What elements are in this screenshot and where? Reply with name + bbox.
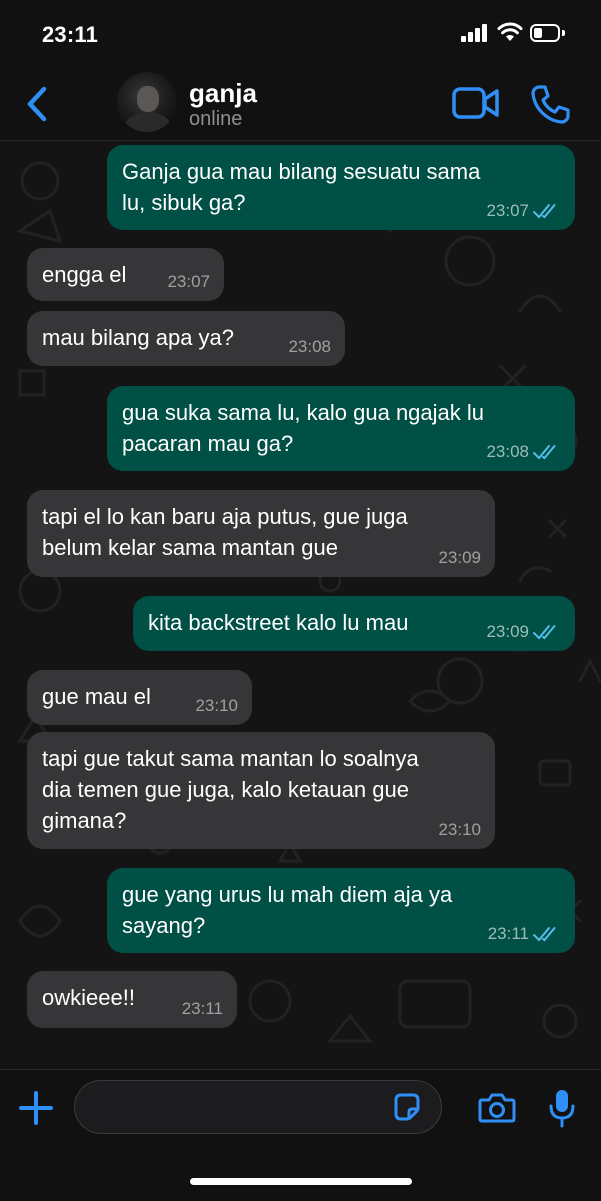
phone-icon[interactable] [530, 84, 570, 124]
message-time: 23:07 [167, 272, 210, 291]
message-text: tapi gue takut sama mantan lo soalnya di… [42, 746, 419, 833]
message-text: engga el [42, 262, 127, 287]
status-bar: 23:11 [0, 0, 601, 68]
status-time: 23:11 [42, 22, 99, 47]
message-time: 23:09 [438, 548, 481, 567]
message-input-field[interactable] [74, 1080, 442, 1134]
chevron-left-icon[interactable] [22, 84, 54, 124]
message-text: Ganja gua mau bilang sesuatu sama lu, si… [122, 159, 481, 215]
message-time: 23:08 [288, 337, 331, 356]
message-time: 23:10 [195, 696, 238, 715]
message-time: 23:11 [487, 924, 529, 943]
message-text: owkieee!! [42, 985, 135, 1010]
camera-icon[interactable] [478, 1092, 516, 1124]
message-bubble-outgoing[interactable]: gue yang urus lu mah diem aja ya sayang?… [107, 868, 575, 953]
message-bubble-incoming[interactable]: mau bilang apa ya? 23:08 [27, 311, 345, 366]
avatar[interactable] [117, 72, 177, 132]
double-check-icon [533, 927, 556, 942]
message-input[interactable] [91, 1091, 385, 1125]
message-time: 23:11 [181, 999, 223, 1018]
microphone-icon[interactable] [548, 1088, 576, 1128]
video-camera-icon[interactable] [452, 86, 500, 120]
message-text: gua suka sama lu, kalo gua ngajak lu pac… [122, 400, 485, 456]
message-text: mau bilang apa ya? [42, 325, 235, 350]
double-check-icon [533, 204, 556, 219]
message-time: 23:10 [438, 820, 481, 839]
message-time: 23:08 [486, 442, 529, 461]
message-text: kita backstreet kalo lu mau [148, 610, 409, 635]
cellular-signal-icon [461, 24, 489, 42]
message-text: gue mau el [42, 684, 151, 709]
message-text: gue yang urus lu mah diem aja ya sayang? [122, 882, 453, 938]
message-list[interactable]: Ganja gua mau bilang sesuatu sama lu, si… [0, 141, 601, 1069]
message-bubble-incoming[interactable]: tapi el lo kan baru aja putus, gue juga … [27, 490, 495, 577]
message-time: 23:09 [486, 622, 529, 641]
message-bubble-incoming[interactable]: tapi gue takut sama mantan lo soalnya di… [27, 732, 495, 849]
message-time: 23:07 [486, 201, 529, 220]
message-text: tapi el lo kan baru aja putus, gue juga … [42, 504, 408, 560]
plus-icon[interactable] [18, 1090, 54, 1126]
message-bubble-outgoing[interactable]: kita backstreet kalo lu mau 23:09 [133, 596, 575, 651]
battery-icon [530, 24, 565, 42]
double-check-icon [533, 625, 556, 640]
chat-header: ganja online [0, 68, 601, 141]
wifi-icon [497, 22, 523, 41]
message-bubble-outgoing[interactable]: gua suka sama lu, kalo gua ngajak lu pac… [107, 386, 575, 471]
sticker-icon[interactable] [392, 1092, 422, 1122]
home-indicator[interactable] [190, 1178, 412, 1185]
message-bubble-outgoing[interactable]: Ganja gua mau bilang sesuatu sama lu, si… [107, 145, 575, 230]
contact-status: online [189, 108, 243, 130]
message-bubble-incoming[interactable]: engga el 23:07 [27, 248, 224, 301]
message-bubble-incoming[interactable]: owkieee!! 23:11 [27, 971, 237, 1028]
message-bubble-incoming[interactable]: gue mau el 23:10 [27, 670, 252, 725]
double-check-icon [533, 445, 556, 460]
contact-name[interactable]: ganja [189, 78, 257, 109]
